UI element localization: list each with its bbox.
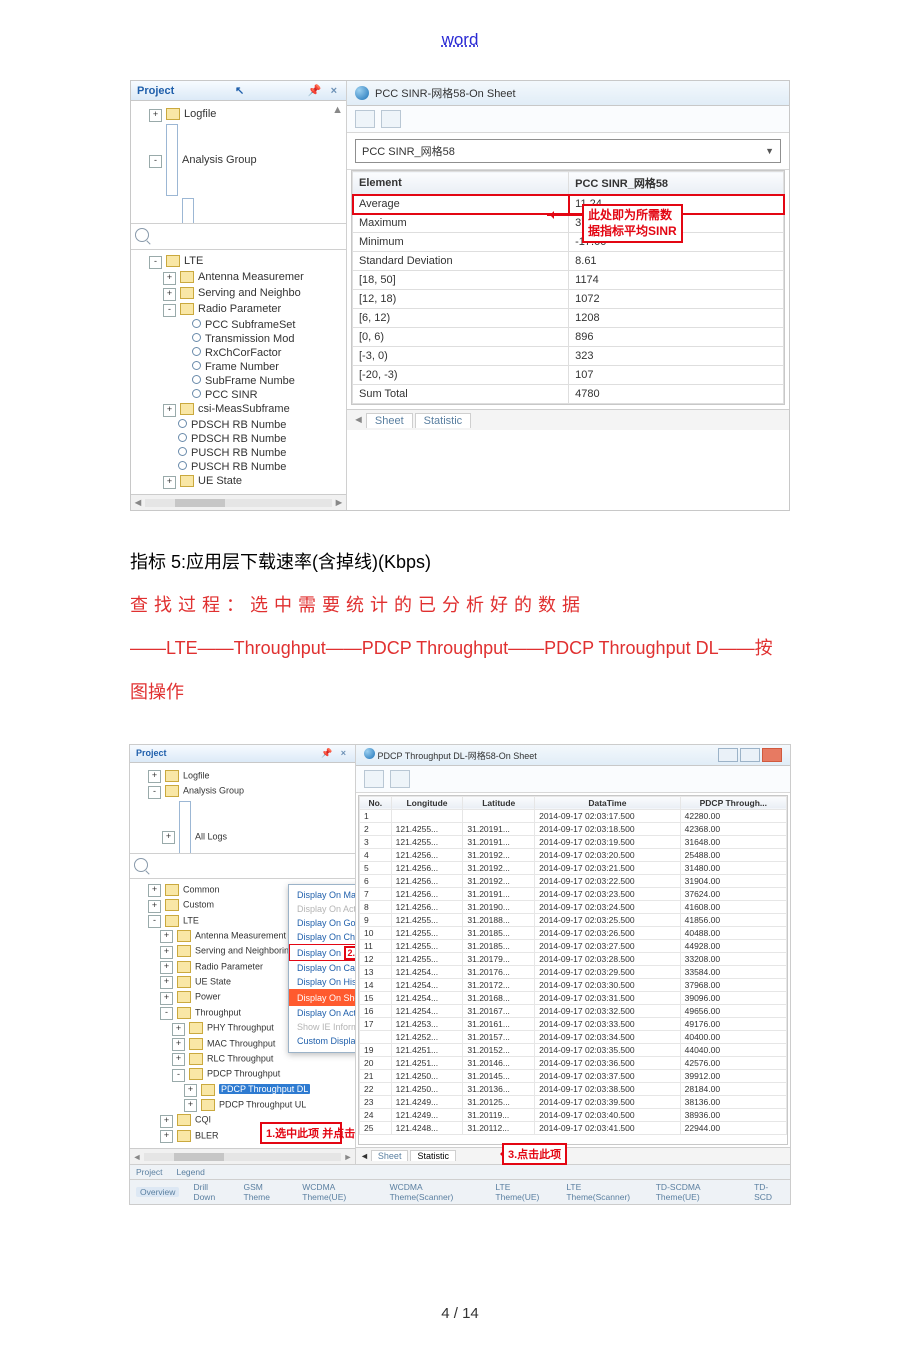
sheet-title-bar: PDCP Throughput DL-网格58-On Sheet [356, 745, 790, 766]
theme-lte-theme-ue-[interactable]: LTE Theme(UE) [495, 1182, 552, 1202]
data-table: No.LongitudeLatitudeDataTimePDCP Through… [358, 795, 788, 1145]
project-label: Project [137, 85, 174, 97]
toolbar [347, 106, 789, 133]
view-legend[interactable]: Legend [176, 1167, 204, 1177]
tab-statistic[interactable]: Statistic [415, 413, 472, 428]
fig2-tree-top[interactable]: +Logfile-Analysis Group+All Logs+网格58+网格… [130, 763, 355, 854]
pin-icon[interactable]: 📌 [305, 85, 325, 97]
series-dropdown[interactable]: PCC SINR_网格58 ▼ [355, 139, 781, 163]
sheet-title: PCC SINR-网格58-On Sheet [375, 85, 516, 101]
project-tree-top[interactable]: ▲ +Logfile-Analysis Group+All Logs+网格58+… [131, 101, 346, 224]
text-line-3: ——LTE——Throughput——PDCP Throughput——PDCP… [130, 627, 790, 713]
sheet-title: PDCP Throughput DL-网格58-On Sheet [378, 751, 537, 761]
callout-average-sinr: 此处即为所需数 据指标平均SINR [582, 204, 683, 243]
fig1-project-pane: Project ↖ 📌 × ▲ +Logfile-Analysis Group+… [131, 81, 347, 510]
theme-wcdma-theme-ue-[interactable]: WCDMA Theme(UE) [302, 1182, 375, 1202]
maximize-button[interactable] [740, 748, 760, 762]
cursor-icon: ↖ [235, 84, 244, 97]
header-link: word [0, 30, 920, 50]
scroll-up-arrow-icon[interactable]: ▲ [332, 104, 343, 116]
fig2-panel: Project 📌 × +Logfile-Analysis Group+All … [129, 744, 791, 1205]
pin-icon[interactable]: 📌 [318, 748, 335, 758]
close-icon[interactable]: × [328, 85, 340, 97]
search-row [130, 854, 355, 879]
context-menu[interactable]: Display On MapDisplay On Active MapDispl… [288, 884, 355, 1053]
body-text: 指标 5:应用层下载速率(含掉线)(Kbps) 查找过程：选中需要统计的已分析好… [130, 541, 790, 714]
tab-nav-left-icon[interactable]: ◄ [353, 414, 364, 426]
theme-lte-theme-scanner-[interactable]: LTE Theme(Scanner) [566, 1182, 641, 1202]
scroll-thumb[interactable] [174, 1153, 224, 1161]
tab-sheet[interactable]: Sheet [371, 1150, 409, 1161]
scroll-right-icon[interactable]: ► [341, 1152, 355, 1162]
globe-icon [364, 748, 375, 759]
fig1-sheet-pane: PCC SINR-网格58-On Sheet PCC SINR_网格58 ▼ E… [347, 81, 789, 510]
project-pane-header: Project ↖ 📌 × [131, 81, 346, 101]
tab-sheet[interactable]: Sheet [366, 413, 413, 428]
fig1-panel: Project ↖ 📌 × ▲ +Logfile-Analysis Group+… [130, 80, 790, 511]
chevron-down-icon: ▼ [765, 146, 774, 156]
sheet-tabbar: ◄ Sheet Statistic 3.点击此项 [356, 1147, 790, 1164]
search-row [131, 224, 346, 250]
bottom-views-bar: Project Legend [130, 1164, 790, 1179]
fig2-sheet-pane: PDCP Throughput DL-网格58-On Sheet No.Long… [356, 745, 790, 1164]
theme-td-scdma-theme-ue-[interactable]: TD-SCDMA Theme(UE) [656, 1182, 740, 1202]
page-footer: 4 / 14 [0, 1305, 920, 1322]
save-button[interactable] [381, 110, 401, 128]
dropdown-value: PCC SINR_网格58 [362, 143, 455, 159]
project-tree-bottom[interactable]: -LTE+Antenna Measuremer+Serving and Neig… [131, 250, 346, 494]
word-link[interactable]: word [442, 30, 479, 49]
sheet-title-bar: PCC SINR-网格58-On Sheet [347, 81, 789, 106]
callout-step1: 1.选中此项 并点击右键 [260, 1122, 342, 1144]
statistic-table: ElementPCC SINR_网格58Average11.24Maximum3… [351, 170, 785, 405]
window-buttons [718, 748, 782, 762]
minimize-button[interactable] [718, 748, 738, 762]
theme-gsm-theme[interactable]: GSM Theme [244, 1182, 289, 1202]
tab-nav-left-icon[interactable]: ◄ [360, 1151, 369, 1161]
sheet-tabbar: ◄ Sheet Statistic [347, 409, 789, 430]
bottom-themes-bar: Overview Drill Down GSM Theme WCDMA Theme(U… [130, 1179, 790, 1204]
scroll-thumb[interactable] [175, 499, 225, 507]
search-icon[interactable] [135, 228, 149, 242]
text-line-2: 查找过程：选中需要统计的已分析好的数据 [130, 584, 790, 627]
text-line-1: 指标 5:应用层下载速率(含掉线)(Kbps) [130, 541, 790, 584]
theme-drill-down[interactable]: Drill Down [193, 1182, 229, 1202]
scroll-left-icon[interactable]: ◄ [130, 1152, 144, 1162]
fig2-tree-bottom[interactable]: +Common+Custom-LTE+Antenna Measurement+S… [130, 879, 355, 1148]
fig2-project-pane: Project 📌 × +Logfile-Analysis Group+All … [130, 745, 356, 1164]
project-label: Project [136, 748, 167, 758]
toolbar [356, 766, 790, 793]
close-button[interactable] [762, 748, 782, 762]
callout-step3: 3.点击此项 [502, 1143, 567, 1165]
theme-td-scd[interactable]: TD-SCD [754, 1182, 784, 1202]
view-project[interactable]: Project [136, 1167, 162, 1177]
close-icon[interactable]: × [338, 748, 349, 758]
copy-button[interactable] [364, 770, 384, 788]
project-pane-header: Project 📌 × [130, 745, 355, 763]
theme-wcdma-theme-scanner-[interactable]: WCDMA Theme(Scanner) [390, 1182, 482, 1202]
tab-statistic[interactable]: Statistic [410, 1150, 456, 1161]
save-button[interactable] [390, 770, 410, 788]
horizontal-scrollbar[interactable]: ◄ ► [130, 1148, 355, 1164]
globe-icon [355, 86, 369, 100]
scroll-left-icon[interactable]: ◄ [131, 497, 145, 509]
copy-button[interactable] [355, 110, 375, 128]
horizontal-scrollbar[interactable]: ◄ ► [131, 494, 346, 510]
theme-overview[interactable]: Overview [136, 1187, 179, 1197]
scroll-right-icon[interactable]: ► [332, 497, 346, 509]
search-icon[interactable] [134, 858, 148, 872]
